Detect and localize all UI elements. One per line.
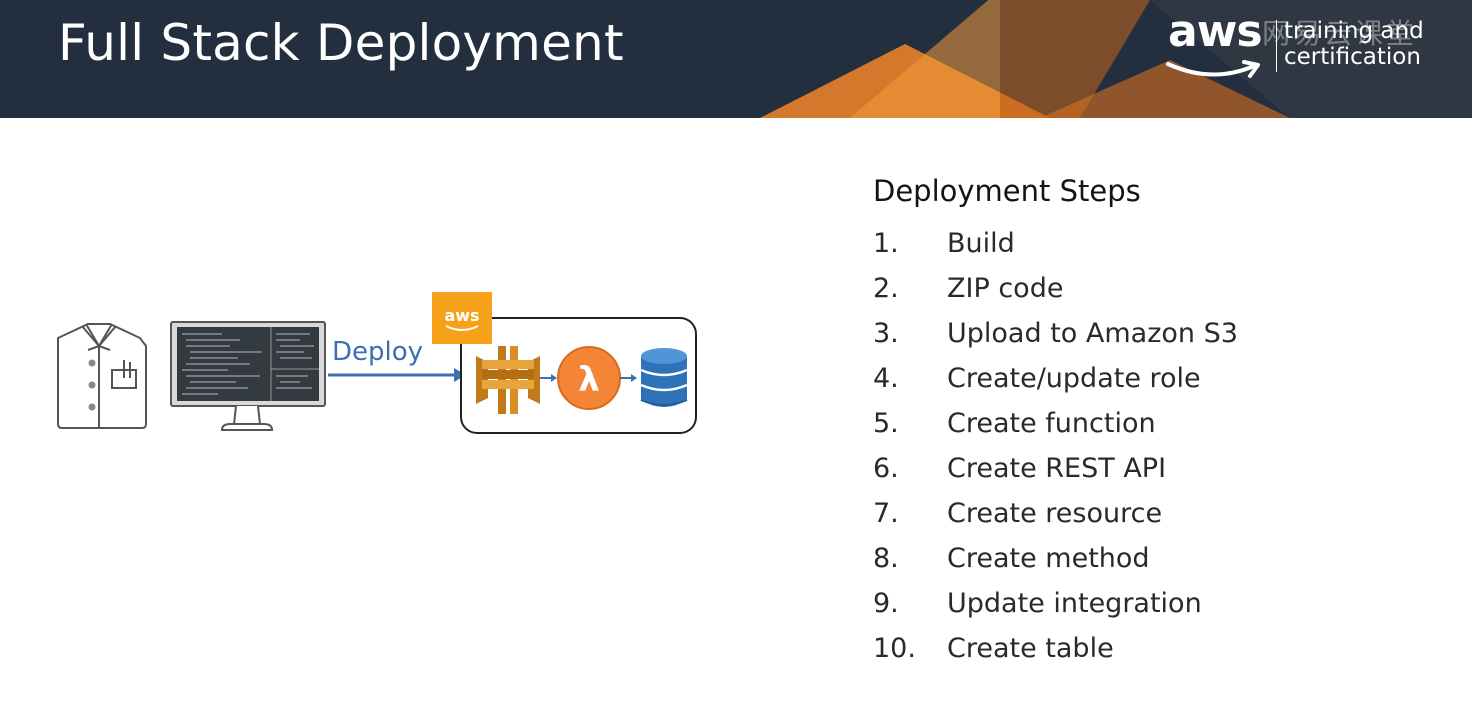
aws-training-logo: aws training and certification: [1164, 6, 1434, 92]
step-number: 2.: [873, 273, 899, 304]
list-item: 2. ZIP code: [873, 266, 1433, 311]
lambda-icon: λ: [557, 346, 621, 410]
list-item: 8. Create method: [873, 536, 1433, 581]
step-label: Update integration: [947, 588, 1202, 619]
step-number: 6.: [873, 453, 899, 484]
list-item: 10. Create table: [873, 626, 1433, 671]
list-item: 3. Upload to Amazon S3: [873, 311, 1433, 356]
step-number: 5.: [873, 408, 899, 439]
step-label: Create table: [947, 633, 1114, 664]
slide-title: Full Stack Deployment: [58, 14, 624, 72]
aws-badge-icon: aws: [432, 292, 492, 344]
developer-shirt-icon: [57, 323, 147, 429]
list-item: 7. Create resource: [873, 491, 1433, 536]
aws-smile-icon: [1166, 60, 1260, 78]
svg-text:aws: aws: [444, 306, 479, 325]
step-number: 3.: [873, 318, 899, 349]
slide-header: Full Stack Deployment 网易云课堂 aws training…: [0, 0, 1472, 118]
logo-divider: [1276, 20, 1277, 72]
svg-text:λ: λ: [578, 360, 600, 400]
step-label: Create REST API: [947, 453, 1167, 484]
step-number: 7.: [873, 498, 899, 529]
deployment-steps-title: Deployment Steps: [873, 174, 1141, 208]
logo-text-line1: training and: [1284, 18, 1424, 44]
list-item: 4. Create/update role: [873, 356, 1433, 401]
list-item: 9. Update integration: [873, 581, 1433, 626]
list-item: 6. Create REST API: [873, 446, 1433, 491]
list-item: 5. Create function: [873, 401, 1433, 446]
step-number: 9.: [873, 588, 899, 619]
dynamodb-icon: [640, 348, 688, 407]
step-label: Create function: [947, 408, 1156, 439]
step-number: 4.: [873, 363, 899, 394]
deploy-arrow: [328, 368, 466, 382]
step-label: Create method: [947, 543, 1150, 574]
step-label: Build: [947, 228, 1015, 259]
deployment-diagram: Deploy aws λ: [57, 292, 697, 434]
step-number: 8.: [873, 543, 899, 574]
step-label: ZIP code: [947, 273, 1064, 304]
monitor-code-icon: [170, 321, 326, 431]
list-item: 1. Build: [873, 221, 1433, 266]
step-label: Create resource: [947, 498, 1163, 529]
deployment-steps-list: 1. Build 2. ZIP code 3. Upload to Amazon S3…: [873, 221, 1433, 671]
aws-logo-text: aws: [1168, 6, 1263, 57]
step-number: 10.: [873, 633, 916, 664]
step-label: Upload to Amazon S3: [947, 318, 1238, 349]
step-label: Create/update role: [947, 363, 1201, 394]
deploy-label: Deploy: [332, 337, 423, 367]
logo-text-line2: certification: [1284, 44, 1421, 70]
step-number: 1.: [873, 228, 899, 259]
